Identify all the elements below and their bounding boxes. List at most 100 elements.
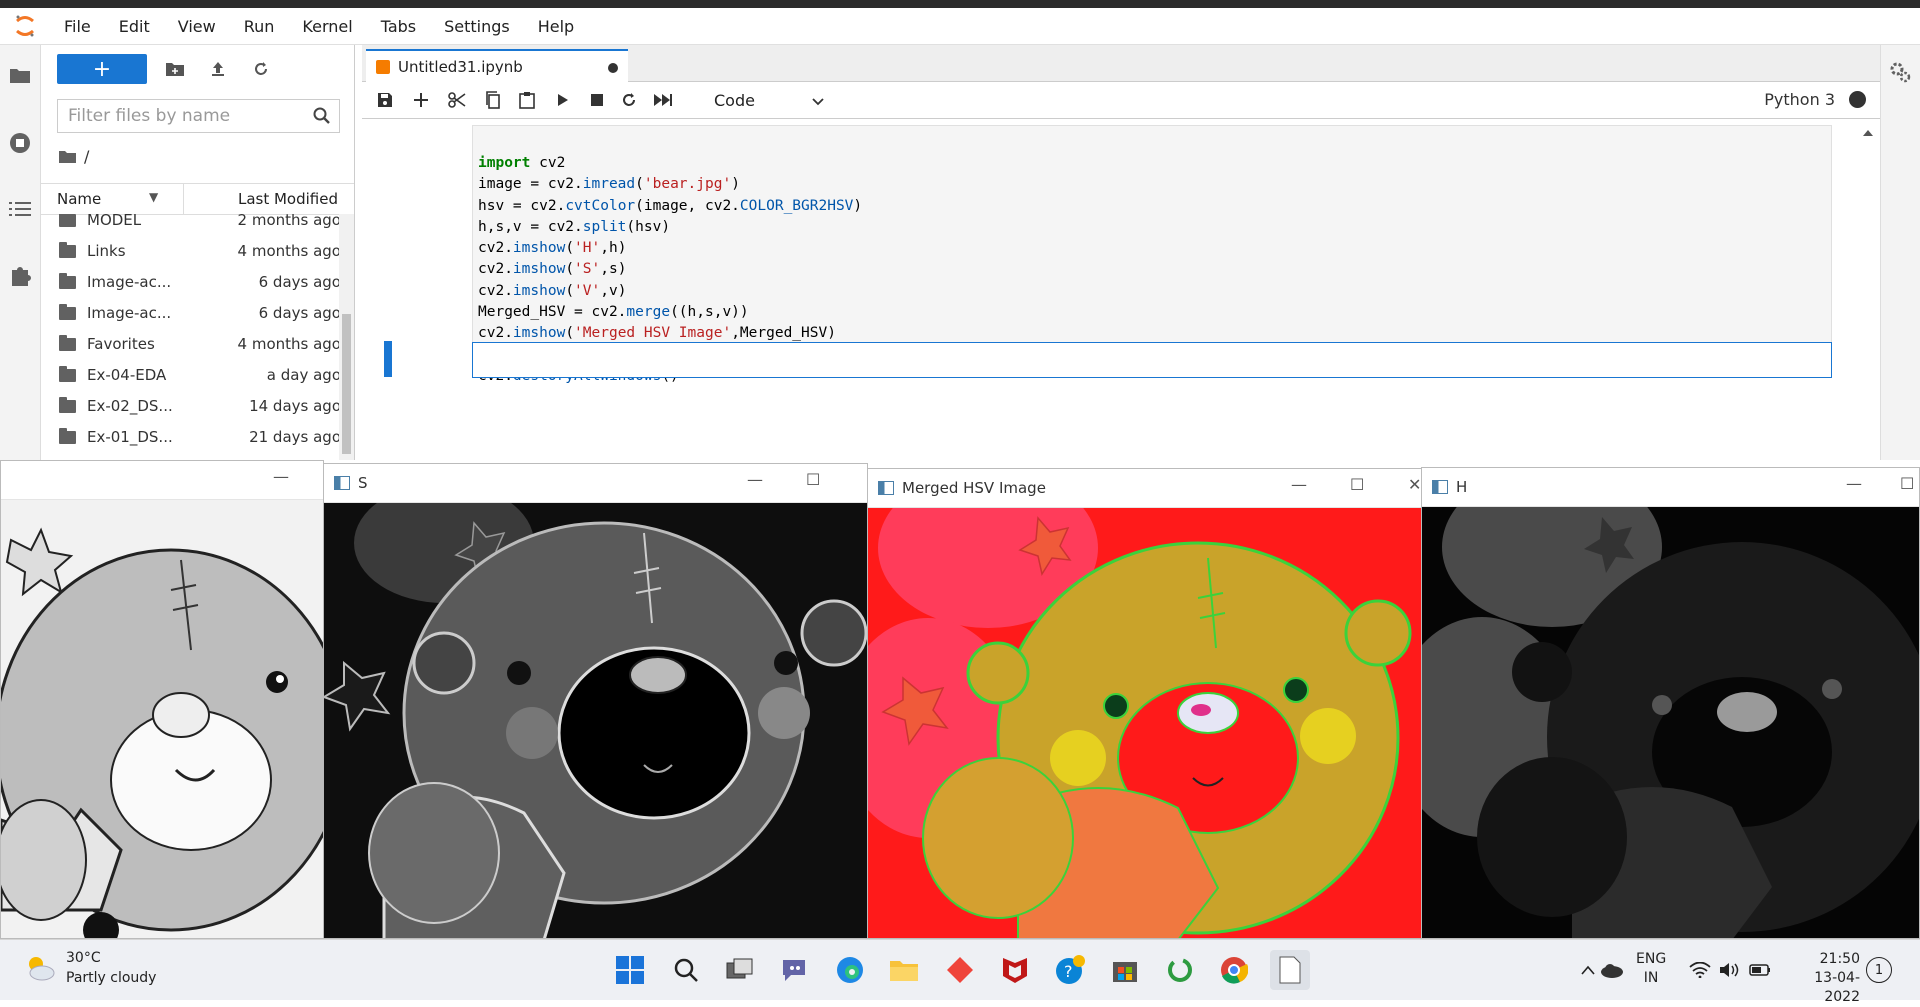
last-modified-column-header[interactable]: Last Modified <box>238 190 338 208</box>
list-item[interactable]: Image-ac... 6 days ago <box>41 299 341 330</box>
running-kernels-icon[interactable] <box>8 131 32 155</box>
file-explorer-icon[interactable] <box>886 952 922 988</box>
filter-placeholder: Filter files by name <box>68 106 231 126</box>
code-line[interactable]: cv2.imshow('S',s) <box>478 259 862 280</box>
list-item[interactable]: Image-ac... 6 days ago <box>41 268 341 299</box>
maximize-icon[interactable]: ☐ <box>1900 474 1914 493</box>
top-strip <box>0 0 1920 8</box>
window-titlebar[interactable]: S — ☐ <box>324 464 867 503</box>
sort-chevron-icon[interactable]: ▼ <box>149 190 158 204</box>
help-app-icon[interactable]: ? <box>1052 952 1088 988</box>
window-titlebar[interactable]: — <box>1 461 323 500</box>
column-divider[interactable] <box>183 184 184 214</box>
code-line[interactable]: Merged_HSV = cv2.merge((h,s,v)) <box>478 302 862 323</box>
cut-icon[interactable] <box>446 90 468 110</box>
onedrive-cloud-icon[interactable] <box>1594 952 1630 988</box>
refresh-icon[interactable] <box>250 57 272 81</box>
opencv-window-h[interactable]: H — ☐ <box>1421 467 1920 939</box>
opencv-window-s[interactable]: S — ☐ <box>323 463 868 939</box>
minimize-icon[interactable]: — <box>747 470 763 489</box>
close-icon[interactable]: ✕ <box>1408 475 1421 494</box>
search-icon <box>313 107 331 130</box>
circular-app-icon[interactable] <box>1162 952 1198 988</box>
scroll-up-icon[interactable] <box>1862 129 1874 137</box>
table-of-contents-icon[interactable] <box>8 197 32 221</box>
list-item[interactable]: Ex-04-EDA a day ago <box>41 361 341 392</box>
menu-settings[interactable]: Settings <box>430 17 524 36</box>
window-titlebar[interactable]: H — ☐ <box>1422 468 1919 507</box>
notebook-scrollbar[interactable] <box>1856 125 1880 460</box>
notification-badge[interactable]: 1 <box>1866 957 1892 983</box>
chrome-browser-icon[interactable] <box>1216 952 1252 988</box>
temperature: 30°C <box>66 950 101 966</box>
window-titlebar[interactable]: Merged HSV Image — ☐ ✕ <box>868 469 1421 508</box>
kernel-name[interactable]: Python 3 <box>1764 90 1835 109</box>
stop-icon[interactable] <box>586 90 608 110</box>
date: 13-04-2022 <box>1814 970 1860 1005</box>
opencv-window-v[interactable]: — <box>0 460 324 939</box>
edge-browser-icon[interactable] <box>832 952 868 988</box>
minimize-icon[interactable]: — <box>1291 475 1307 494</box>
fast-forward-icon[interactable] <box>652 90 674 110</box>
upload-icon[interactable] <box>207 57 229 81</box>
menu-file[interactable]: File <box>50 17 105 36</box>
microsoft-store-icon[interactable] <box>1107 952 1143 988</box>
menu-help[interactable]: Help <box>524 17 588 36</box>
cell-type-dropdown[interactable]: Code <box>714 88 824 112</box>
save-icon[interactable] <box>374 90 396 110</box>
run-icon[interactable] <box>552 90 574 110</box>
maximize-icon[interactable]: ☐ <box>1350 475 1364 494</box>
restart-icon[interactable] <box>618 90 640 110</box>
unsaved-indicator-icon[interactable] <box>608 63 618 73</box>
new-folder-icon[interactable] <box>164 57 186 81</box>
opencv-window-merged[interactable]: Merged HSV Image — ☐ ✕ <box>867 468 1422 939</box>
code-line[interactable]: hsv = cv2.cvtColor(image, cv2.COLOR_BGR2… <box>478 196 862 217</box>
start-windows-icon[interactable] <box>612 952 648 988</box>
list-item[interactable]: Links 4 months ago <box>41 237 341 268</box>
battery-icon[interactable] <box>1742 952 1778 988</box>
list-item[interactable]: Ex-02_DS... 14 days ago <box>41 392 341 423</box>
copy-icon[interactable] <box>482 90 504 110</box>
menu-edit[interactable]: Edit <box>105 17 164 36</box>
notepad-file-icon[interactable] <box>1270 950 1310 990</box>
anydesk-icon[interactable] <box>942 952 978 988</box>
code-line[interactable]: cv2.imshow('H',h) <box>478 238 862 259</box>
clock[interactable]: 21:50 13-04-2022 <box>1784 950 1860 1007</box>
svg-text:?: ? <box>1064 962 1073 981</box>
mcafee-icon[interactable] <box>997 952 1033 988</box>
minimize-icon[interactable]: — <box>273 467 289 486</box>
paste-icon[interactable] <box>516 90 538 110</box>
breadcrumb-root[interactable]: / <box>84 147 89 166</box>
list-item[interactable]: Favorites 4 months ago <box>41 330 341 361</box>
language-indicator[interactable]: ENG IN <box>1636 950 1666 988</box>
search-icon[interactable] <box>668 952 704 988</box>
list-item[interactable]: MODEL 2 months ago <box>41 214 341 237</box>
maximize-icon[interactable]: ☐ <box>806 470 820 489</box>
extensions-puzzle-icon[interactable] <box>8 263 32 287</box>
scrollbar-thumb[interactable] <box>342 314 351 454</box>
add-cell-icon[interactable] <box>410 90 432 110</box>
breadcrumb[interactable]: / <box>59 147 89 166</box>
code-line[interactable]: h,s,v = cv2.split(hsv) <box>478 217 862 238</box>
menu-kernel[interactable]: Kernel <box>288 17 366 36</box>
file-list-scrollbar[interactable] <box>339 214 354 460</box>
code-line[interactable]: import cv2 <box>478 153 862 174</box>
code-line[interactable]: image = cv2.imread('bear.jpg') <box>478 174 862 195</box>
tab-notebook[interactable]: Untitled31.ipynb <box>366 49 628 82</box>
property-inspector-gear-icon[interactable] <box>1889 61 1911 87</box>
empty-code-cell[interactable] <box>472 342 1832 378</box>
menu-tabs[interactable]: Tabs <box>367 17 430 36</box>
menu-view[interactable]: View <box>164 17 230 36</box>
teams-chat-icon[interactable] <box>777 952 813 988</box>
kernel-status-icon <box>1849 91 1866 108</box>
task-view-icon[interactable] <box>722 952 758 988</box>
list-item[interactable]: Ex-01_DS... 21 days ago <box>41 423 341 454</box>
minimize-icon[interactable]: — <box>1846 474 1862 493</box>
weather-widget[interactable]: 30°C Partly cloudy <box>24 948 156 988</box>
folder-icon[interactable] <box>8 63 32 87</box>
code-line[interactable]: cv2.imshow('V',v) <box>478 281 862 302</box>
new-launcher-button[interactable]: + <box>57 54 147 84</box>
menu-run[interactable]: Run <box>230 17 289 36</box>
name-column-header[interactable]: Name <box>57 190 101 208</box>
filter-files-input[interactable]: Filter files by name <box>57 99 340 133</box>
